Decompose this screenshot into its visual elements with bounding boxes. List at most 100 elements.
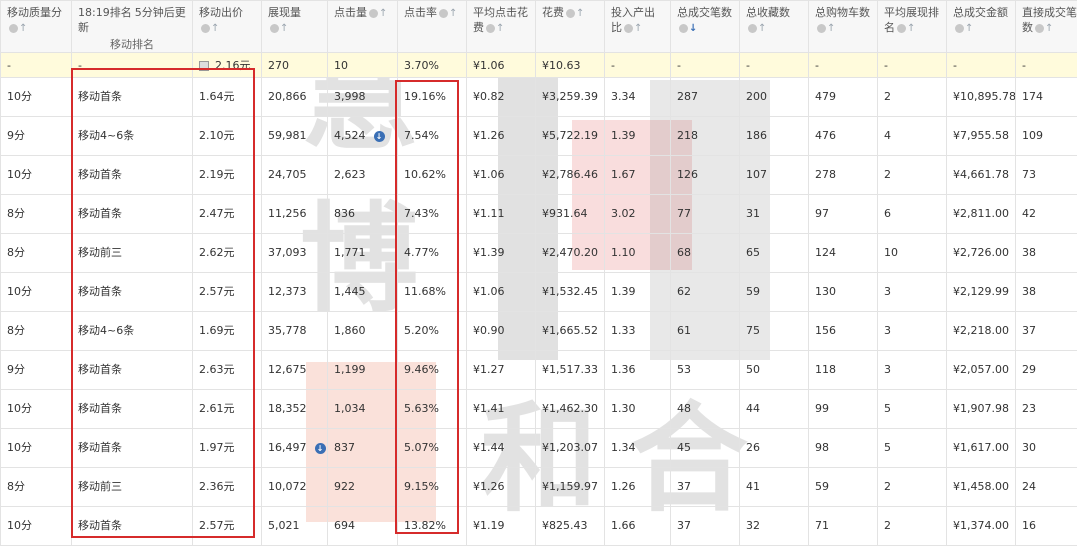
sort-arrow-icon[interactable]: ↑	[965, 21, 973, 36]
header-controls: ↑	[817, 20, 835, 36]
table-row[interactable]: 9分移动首条2.63元12,6751,1999.46%¥1.27¥1,517.3…	[1, 351, 1077, 390]
sort-arrow-icon[interactable]: ↑	[758, 21, 766, 36]
table-row[interactable]: 8分移动4~6条1.69元35,7781,8605.20%¥0.90¥1,665…	[1, 312, 1077, 351]
table-row[interactable]: 10分移动首条1.64元20,8663,99819.16%¥0.82¥3,259…	[1, 78, 1077, 117]
table-cell: 24,705	[262, 156, 328, 195]
sort-arrow-icon[interactable]: ↑	[634, 21, 642, 36]
table-cell: 9.46%	[398, 351, 467, 390]
cell-value: ¥1,907.98	[953, 402, 1009, 415]
table-cell: ¥2,726.00	[947, 234, 1016, 273]
cell-value: ¥1,203.07	[542, 441, 598, 454]
column-header-9[interactable]: 总成交笔数↓	[671, 1, 740, 53]
table-cell: 8分	[1, 468, 72, 507]
table-cell: 移动首条	[72, 507, 193, 546]
table-cell: 5.07%	[398, 429, 467, 468]
help-dot-icon[interactable]	[817, 24, 826, 33]
table-row[interactable]: 10分移动首条2.57元12,3731,44511.68%¥1.06¥1,532…	[1, 273, 1077, 312]
help-dot-icon[interactable]	[270, 24, 279, 33]
table-cell: 53	[671, 351, 740, 390]
help-dot-icon[interactable]	[955, 24, 964, 33]
cell-value: 移动首条	[78, 519, 122, 532]
cell-value: 2.19元	[199, 168, 235, 181]
summary-value: -	[953, 59, 957, 72]
table-row[interactable]: 10分移动首条2.61元18,3521,0345.63%¥1.41¥1,462.…	[1, 390, 1077, 429]
table-cell: 29	[1016, 351, 1077, 390]
table-cell: 2	[878, 78, 947, 117]
help-dot-icon[interactable]	[439, 9, 448, 18]
column-header-label: 移动出价	[199, 6, 243, 19]
table-cell: ¥825.43	[536, 507, 605, 546]
column-header-5[interactable]: 点击率↑	[398, 1, 467, 53]
column-header-11[interactable]: 总购物车数↑	[809, 1, 878, 53]
column-header-8[interactable]: 投入产出比↑	[605, 1, 671, 53]
help-dot-icon[interactable]	[1035, 24, 1044, 33]
column-header-6[interactable]: 平均点击花费↑	[467, 1, 536, 53]
sort-arrow-icon[interactable]: ↑	[576, 6, 584, 21]
cell-value: 65	[746, 246, 760, 259]
column-header-3[interactable]: 展现量↑	[262, 1, 328, 53]
cell-value: 50	[746, 363, 760, 376]
cell-value: 53	[677, 363, 691, 376]
table-cell: 59,981	[262, 117, 328, 156]
cell-value: ¥2,786.46	[542, 168, 598, 181]
table-cell: 2.36元	[193, 468, 262, 507]
sort-arrow-icon[interactable]: ↑	[19, 21, 27, 36]
cell-value: 3.34	[611, 90, 636, 103]
summary-value: -	[611, 59, 615, 72]
table-cell: ¥1.06	[467, 156, 536, 195]
column-header-1[interactable]: 18:19排名5分钟后更新移动排名	[72, 1, 193, 53]
help-dot-icon[interactable]	[486, 24, 495, 33]
column-header-4[interactable]: 点击量↑	[328, 1, 398, 53]
cell-value: 移动前三	[78, 246, 122, 259]
info-icon[interactable]: ↓	[315, 443, 326, 454]
table-row[interactable]: 10分移动首条1.97元16,497↓8375.07%¥1.44¥1,203.0…	[1, 429, 1077, 468]
table-cell: ¥2,470.20	[536, 234, 605, 273]
help-dot-icon[interactable]	[201, 24, 210, 33]
column-header-13[interactable]: 总成交金额↑	[947, 1, 1016, 53]
table-cell: 186	[740, 117, 809, 156]
cell-value: 移动首条	[78, 207, 122, 220]
cell-value: ¥0.90	[473, 324, 505, 337]
sort-arrow-icon[interactable]: ↑	[211, 21, 219, 36]
table-cell: 922	[328, 468, 398, 507]
cell-value: 8分	[7, 324, 25, 337]
sort-arrow-icon[interactable]: ↑	[280, 21, 288, 36]
sort-arrow-icon[interactable]: ↑	[379, 6, 387, 21]
sort-arrow-icon[interactable]: ↑	[1045, 21, 1053, 36]
table-row[interactable]: 9分移动4~6条2.10元59,9814,524↓7.54%¥1.26¥5,72…	[1, 117, 1077, 156]
table-row[interactable]: 10分移动首条2.57元5,02169413.82%¥1.19¥825.431.…	[1, 507, 1077, 546]
cell-value: 3.02	[611, 207, 636, 220]
help-dot-icon[interactable]	[624, 24, 633, 33]
column-header-10[interactable]: 总收藏数↑	[740, 1, 809, 53]
sort-arrow-icon[interactable]: ↑	[827, 21, 835, 36]
help-dot-icon[interactable]	[566, 9, 575, 18]
sort-arrow-icon[interactable]: ↓	[689, 21, 697, 36]
table-row[interactable]: 8分移动前三2.36元10,0729229.15%¥1.26¥1,159.971…	[1, 468, 1077, 507]
sort-arrow-icon[interactable]: ↑	[496, 21, 504, 36]
help-dot-icon[interactable]	[9, 24, 18, 33]
table-cell: ¥1,907.98	[947, 390, 1016, 429]
table-row[interactable]: 8分移动前三2.62元37,0931,7714.77%¥1.39¥2,470.2…	[1, 234, 1077, 273]
help-dot-icon[interactable]	[679, 24, 688, 33]
cell-value: ¥1.41	[473, 402, 505, 415]
column-header-12[interactable]: 平均展现排名↑	[878, 1, 947, 53]
table-cell: 3.34	[605, 78, 671, 117]
info-icon[interactable]: ↓	[374, 131, 385, 142]
sort-arrow-icon[interactable]: ↑	[907, 21, 915, 36]
column-header-7[interactable]: 花费↑	[536, 1, 605, 53]
table-cell: ¥1,203.07	[536, 429, 605, 468]
table-row[interactable]: 8分移动首条2.47元11,2568367.43%¥1.11¥931.643.0…	[1, 195, 1077, 234]
cell-value: ¥1.06	[473, 168, 505, 181]
sort-arrow-icon[interactable]: ↑	[449, 6, 457, 21]
column-header-14[interactable]: 直接成交笔数↑	[1016, 1, 1077, 53]
help-dot-icon[interactable]	[369, 9, 378, 18]
table-cell: 1.39	[605, 273, 671, 312]
column-header-2[interactable]: 移动出价 ↑	[193, 1, 262, 53]
help-dot-icon[interactable]	[897, 24, 906, 33]
help-dot-icon[interactable]	[748, 24, 757, 33]
cell-value: 77	[677, 207, 691, 220]
chart-icon[interactable]	[199, 61, 209, 71]
column-header-0[interactable]: 移动质量分↑	[1, 1, 72, 53]
table-cell: 10分	[1, 78, 72, 117]
table-row[interactable]: 10分移动首条2.19元24,7052,62310.62%¥1.06¥2,786…	[1, 156, 1077, 195]
